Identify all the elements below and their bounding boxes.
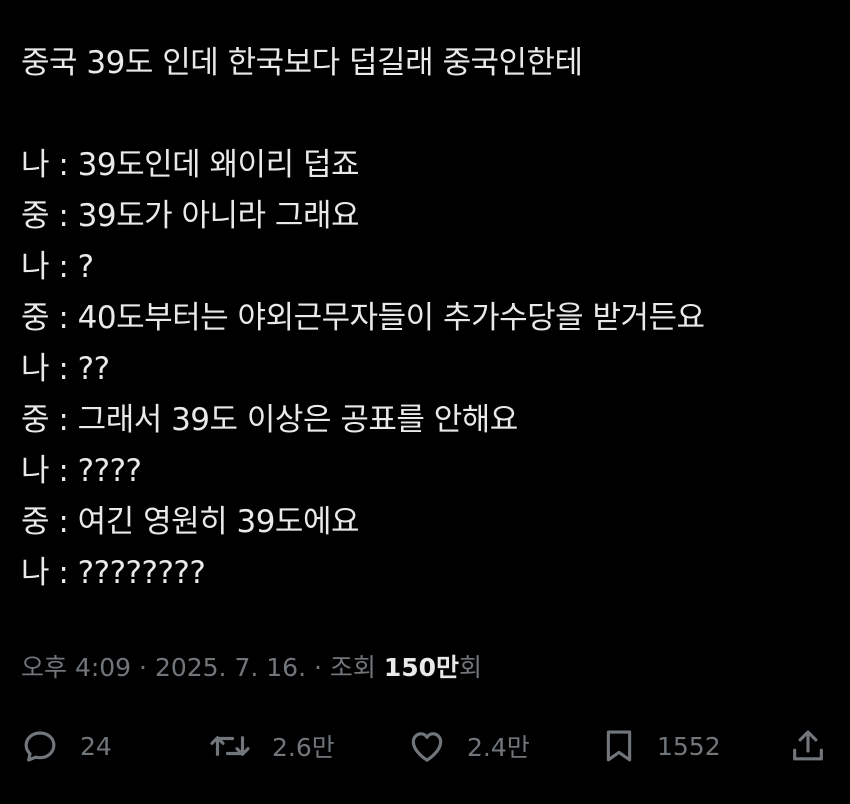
tweet-text: 중국 39도 인데 한국보다 덥길래 중국인한테 나 : 39도인데 왜이리 덥… xyxy=(21,38,831,599)
tweet-line: 나 : ? xyxy=(21,249,94,285)
bookmark-button[interactable]: 1552 xyxy=(601,718,721,774)
tweet-line: 나 : ???????? xyxy=(21,555,206,591)
reply-icon xyxy=(20,726,60,766)
action-bar: 24 2.6만 2.4만 1552 xyxy=(0,718,850,774)
meta-separator: · xyxy=(131,653,155,682)
tweet-line: 중 : 그래서 39도 이상은 공표를 안해요 xyxy=(21,402,518,438)
share-icon xyxy=(788,726,828,766)
tweet-date[interactable]: 2025. 7. 16. xyxy=(155,653,306,682)
views-suffix: 회 xyxy=(459,653,483,682)
tweet-line: 나 : 39도인데 왜이리 덥죠 xyxy=(21,147,360,183)
share-button[interactable] xyxy=(788,718,828,774)
tweet-time[interactable]: 오후 4:09 xyxy=(21,653,131,682)
like-button[interactable]: 2.4만 xyxy=(407,718,530,774)
tweet-meta: 오후 4:09 · 2025. 7. 16. · 조회 150만회 xyxy=(21,648,482,688)
bookmark-icon xyxy=(601,726,637,766)
tweet-line: 중 : 39도가 아니라 그래요 xyxy=(21,198,360,234)
views-count[interactable]: 150만 xyxy=(384,653,459,682)
tweet-line: 중국 39도 인데 한국보다 덥길래 중국인한테 xyxy=(21,45,583,81)
views-prefix: 조회 xyxy=(329,653,384,682)
reply-count: 24 xyxy=(80,731,112,761)
tweet-line: 나 : ???? xyxy=(21,453,142,489)
meta-separator: · xyxy=(306,653,330,682)
like-count: 2.4만 xyxy=(467,733,530,762)
tweet-line: 나 : ?? xyxy=(21,351,110,387)
tweet-line: 중 : 여긴 영원히 39도에요 xyxy=(21,504,360,540)
retweet-button[interactable]: 2.6만 xyxy=(208,718,335,774)
bookmark-count: 1552 xyxy=(657,731,721,761)
tweet-line: 중 : 40도부터는 야외근무자들이 추가수당을 받거든요 xyxy=(21,300,705,336)
reply-button[interactable]: 24 xyxy=(20,718,112,774)
retweet-icon xyxy=(208,726,252,766)
heart-icon xyxy=(407,726,447,766)
retweet-count: 2.6만 xyxy=(272,733,335,762)
